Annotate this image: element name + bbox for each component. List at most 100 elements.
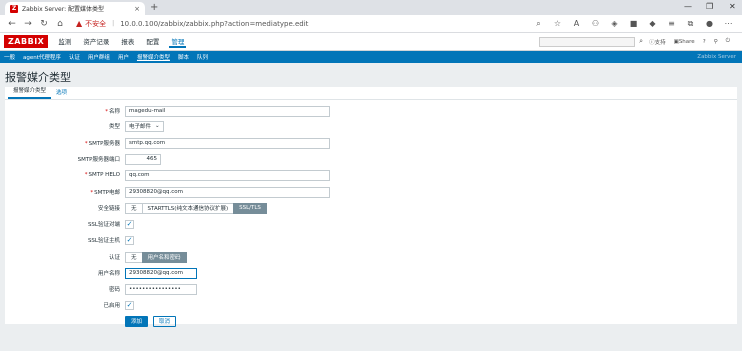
row-security: 安全链接 无 STARTTLS(纯文本通信协议扩展) SSL/TLS bbox=[5, 202, 737, 214]
form-tabs: 报警媒介类型 选项 bbox=[5, 87, 737, 100]
forward-icon[interactable]: → bbox=[20, 19, 36, 29]
tab-close-icon[interactable]: × bbox=[134, 5, 140, 13]
auth-password-option[interactable]: 用户名和密码 bbox=[141, 251, 187, 263]
page-title: 报警媒介类型 bbox=[5, 71, 71, 84]
smtp-helo-input[interactable]: qq.com bbox=[125, 169, 330, 181]
chevron-down-icon: ⌄ bbox=[155, 123, 160, 129]
username-input[interactable]: 29308820@qq.com bbox=[125, 267, 197, 279]
tab-options[interactable]: 选项 bbox=[51, 88, 72, 99]
url-text: 10.0.0.100/zabbix/zabbix.php?action=medi… bbox=[120, 19, 309, 28]
menu-administration[interactable]: 管理 bbox=[169, 36, 187, 48]
password-label: 密码 bbox=[108, 287, 120, 293]
required-marker: * bbox=[90, 190, 94, 196]
security-none-option[interactable]: 无 bbox=[125, 202, 143, 214]
security-label: 安全链接 bbox=[97, 206, 120, 212]
submenu-proxies[interactable]: agent代理程序 bbox=[23, 53, 61, 61]
submenu-scripts[interactable]: 脚本 bbox=[178, 53, 189, 61]
more-icon[interactable]: ⋯ bbox=[719, 19, 738, 29]
auth-none-option[interactable]: 无 bbox=[125, 251, 143, 263]
url-input[interactable]: ▲ 不安全 | 10.0.0.100/zabbix/zabbix.php?act… bbox=[76, 17, 496, 30]
submenu-media-types[interactable]: 报警媒介类型 bbox=[137, 53, 170, 61]
search-icon[interactable]: ⌕ bbox=[639, 37, 643, 46]
type-value: 电子邮件 bbox=[129, 124, 152, 130]
submenu-queue[interactable]: 队列 bbox=[197, 53, 208, 61]
ssl-peer-checkbox[interactable]: ✓ bbox=[125, 219, 134, 229]
help-icon[interactable]: ? bbox=[703, 39, 706, 45]
auth-selector: 无 用户名和密码 bbox=[125, 251, 187, 263]
address-bar: ← → ↻ ⌂ ▲ 不安全 | 10.0.0.100/zabbix/zabbix… bbox=[0, 15, 742, 33]
security-starttls-option[interactable]: STARTTLS(纯文本通信协议扩展) bbox=[141, 202, 235, 214]
window-close-icon[interactable]: ✕ bbox=[729, 2, 736, 11]
menu-inventory[interactable]: 资产记录 bbox=[81, 36, 111, 48]
collections-icon[interactable]: ⧉ bbox=[681, 19, 700, 29]
type-select[interactable]: 电子邮件 ⌄ bbox=[125, 120, 164, 132]
smtp-helo-label-text: SMTP HELO bbox=[88, 172, 120, 178]
name-input[interactable]: magedu-mail bbox=[125, 105, 330, 117]
row-ssl-host: SSL验证主机 ✓ bbox=[5, 234, 737, 246]
share-link[interactable]: ▣Share bbox=[674, 39, 695, 45]
smtp-server-input[interactable]: smtp.qq.com bbox=[125, 137, 330, 149]
row-type: 类型 电子邮件 ⌄ bbox=[5, 120, 737, 132]
read-aloud-icon[interactable]: A bbox=[567, 19, 586, 29]
cancel-button[interactable]: 取消 bbox=[153, 315, 177, 327]
insecure-label: 不安全 bbox=[85, 19, 107, 28]
row-password: 密码 •••••••••••••••• bbox=[5, 283, 737, 295]
back-icon[interactable]: ← bbox=[4, 19, 20, 29]
ssl-peer-label: SSL验证对端 bbox=[87, 222, 120, 228]
required-marker: * bbox=[105, 109, 108, 115]
favorites-list-icon[interactable]: ≡ bbox=[662, 19, 681, 29]
submenu-authentication[interactable]: 认证 bbox=[69, 53, 80, 61]
enabled-checkbox[interactable]: ✓ bbox=[125, 300, 134, 310]
row-smtp-email: *SMTP电邮 29308820@qq.com bbox=[5, 186, 737, 198]
zabbix-favicon-icon: Z bbox=[10, 4, 18, 13]
smtp-server-label-text: SMTP服务器 bbox=[88, 141, 120, 147]
ssl-host-label: SSL验证主机 bbox=[87, 238, 120, 244]
warning-icon: ▲ bbox=[76, 19, 83, 28]
profile-icon[interactable]: ● bbox=[700, 19, 719, 29]
support-link[interactable]: ⓘ支持 bbox=[649, 38, 666, 46]
row-ssl-peer: SSL验证对端 ✓ bbox=[5, 218, 737, 230]
zabbix-header: ZABBIX 监测 资产记录 报表 配置 管理 ⌕ ⓘ支持 ▣Share ? ⚲… bbox=[0, 33, 742, 51]
required-marker: * bbox=[84, 172, 88, 178]
user-icon[interactable]: ⚲ bbox=[714, 39, 718, 45]
submenu-general[interactable]: 一般 bbox=[4, 53, 15, 61]
maximize-icon[interactable]: ❐ bbox=[706, 2, 713, 11]
add-button[interactable]: 添加 bbox=[125, 315, 149, 327]
security-ssltls-option[interactable]: SSL/TLS bbox=[233, 202, 267, 214]
new-tab-button[interactable]: + bbox=[150, 2, 158, 14]
menu-monitoring[interactable]: 监测 bbox=[56, 36, 73, 48]
row-name: *名称 magedu-mail bbox=[5, 105, 737, 117]
reload-icon[interactable]: ↻ bbox=[36, 19, 52, 29]
submenu-users[interactable]: 用户 bbox=[118, 53, 129, 61]
media-icon[interactable]: ■ bbox=[624, 19, 643, 29]
ssl-host-checkbox[interactable]: ✓ bbox=[125, 235, 134, 245]
favorite-icon[interactable]: ☆ bbox=[548, 19, 567, 29]
row-smtp-port: SMTP服务器端口 465 bbox=[5, 153, 737, 165]
menu-configuration[interactable]: 配置 bbox=[144, 36, 161, 48]
required-marker: * bbox=[84, 141, 88, 147]
username-label: 用户名称 bbox=[97, 271, 120, 277]
submenu-user-groups[interactable]: 用户群组 bbox=[88, 53, 110, 61]
smtp-port-input[interactable]: 465 bbox=[125, 153, 161, 165]
zabbix-logo[interactable]: ZABBIX bbox=[4, 35, 49, 48]
row-username: 用户名称 29308820@qq.com bbox=[5, 267, 737, 279]
home-icon[interactable]: ⌂ bbox=[52, 19, 68, 29]
smtp-helo-label: *SMTP HELO bbox=[5, 172, 125, 178]
checkmark-icon: ✓ bbox=[126, 300, 133, 309]
extension-2-icon[interactable]: ◆ bbox=[643, 19, 662, 29]
support-label: 支持 bbox=[654, 39, 666, 46]
smtp-email-input[interactable]: 29308820@qq.com bbox=[125, 186, 330, 198]
signout-icon[interactable]: ⏻ bbox=[726, 38, 730, 45]
browser-tab[interactable]: Z Zabbix Server: 配置媒体类型 × bbox=[5, 2, 145, 15]
tab-media-type[interactable]: 报警媒介类型 bbox=[8, 86, 52, 99]
zoom-icon[interactable]: ⌕ bbox=[529, 19, 548, 29]
smtp-port-label: SMTP服务器端口 bbox=[77, 157, 120, 163]
password-input[interactable]: •••••••••••••••• bbox=[125, 283, 197, 295]
shield-icon[interactable]: ◈ bbox=[605, 19, 624, 29]
search-input[interactable] bbox=[539, 36, 636, 47]
extension-icon[interactable]: ⚇ bbox=[586, 19, 605, 29]
minimize-icon[interactable]: — bbox=[684, 2, 692, 11]
menu-reports[interactable]: 报表 bbox=[119, 36, 136, 48]
main-menu: 监测 资产记录 报表 配置 管理 bbox=[56, 36, 187, 48]
smtp-email-label-text: SMTP电邮 bbox=[94, 190, 120, 196]
